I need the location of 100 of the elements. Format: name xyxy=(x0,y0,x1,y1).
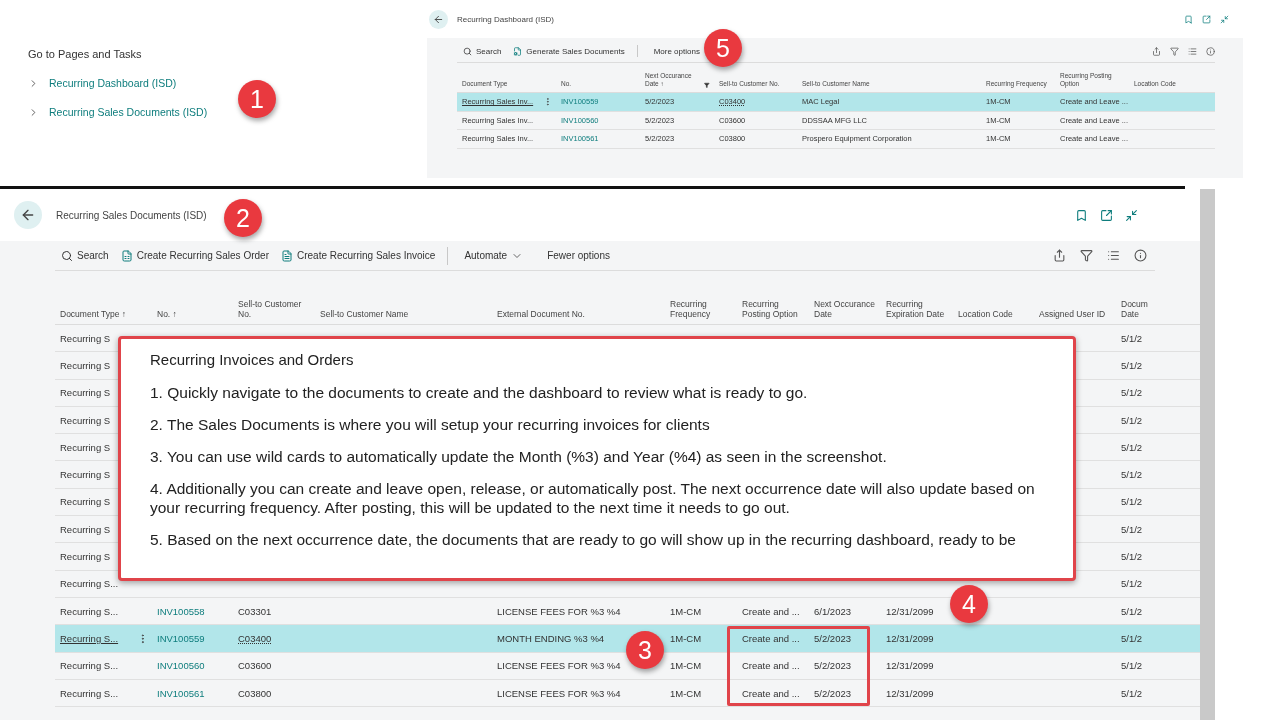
table-cell: Recurring S... xyxy=(60,578,119,590)
table-cell: 5/1/2 xyxy=(1121,578,1143,590)
share-icon[interactable] xyxy=(1152,46,1161,56)
column-header[interactable]: No. ↑ xyxy=(152,309,233,324)
document-icon xyxy=(120,249,133,262)
table-cell: LICENSE FEES FOR %3 %4 xyxy=(497,687,621,699)
column-header[interactable]: Sell-to Customer No. xyxy=(233,298,315,324)
table-cell: 1M-CM xyxy=(670,632,702,644)
document-link[interactable]: INV100559 xyxy=(157,632,205,644)
table-cell: 12/31/2099 xyxy=(886,605,934,617)
list-icon[interactable] xyxy=(1188,46,1197,56)
toolbar-button[interactable]: Fewer options xyxy=(547,250,610,261)
column-header[interactable]: External Document No. xyxy=(492,309,665,324)
toolbar-button[interactable]: Search xyxy=(463,46,502,56)
table-cell: Recurring S... xyxy=(60,605,119,617)
table-cell: 1M-CM xyxy=(670,660,702,672)
callout-paragraph: 5. Based on the next occurrence date, the documents that are ready to go will show up in the recurring dashboard, ready to be xyxy=(150,530,1017,550)
collapse-icon[interactable] xyxy=(1220,14,1229,24)
column-header[interactable]: Docum Date xyxy=(1116,298,1154,324)
filter-icon[interactable] xyxy=(1080,249,1093,262)
column-header[interactable]: Sell-to Customer Name xyxy=(315,309,492,324)
table-cell: C03600 xyxy=(238,660,272,672)
page-link[interactable]: Recurring Sales Documents (ISD) xyxy=(28,106,208,118)
table-cell: 5/1/2 xyxy=(1121,387,1143,399)
menu-button[interactable]: Automate xyxy=(464,249,524,262)
toolbar-button[interactable]: Generate Sales Documents xyxy=(513,46,625,56)
document-icon xyxy=(513,46,523,56)
table-row[interactable]: Recurring S... INV100561 C03800 LICENSE FEES FOR %3 %4 1M-CM Create and ... 5/2/2023 12/31/2099 5/1/2 xyxy=(55,679,1200,708)
table-cell: Recurring S xyxy=(60,523,111,535)
toolbar-button[interactable]: Search xyxy=(61,249,109,262)
back-button[interactable] xyxy=(429,9,448,29)
open-window-icon[interactable] xyxy=(1202,14,1211,24)
bookmark-icon[interactable] xyxy=(1075,208,1088,222)
column-header[interactable]: Recurring Expiration Date xyxy=(881,298,953,324)
table-cell: 1M-CM xyxy=(670,687,702,699)
table-cell: 5/2/2023 xyxy=(814,660,851,672)
document-icon xyxy=(280,249,293,262)
open-window-icon[interactable] xyxy=(1100,208,1113,222)
table-cell: 5/1/2 xyxy=(1121,414,1143,426)
table-cell: 5/1/2 xyxy=(1121,469,1143,481)
share-icon[interactable] xyxy=(1053,249,1066,262)
table-cell: Recurring S... xyxy=(60,660,119,672)
page-title: Recurring Dashboard (ISD) xyxy=(457,14,554,24)
scrollbar[interactable] xyxy=(1200,189,1215,720)
column-header[interactable]: Assigned User ID xyxy=(1034,309,1116,324)
info-icon[interactable] xyxy=(1206,46,1215,56)
search-icon xyxy=(463,46,472,56)
callout-paragraph: 1. Quickly navigate to the documents to create and the dashboard to review what is ready to go. xyxy=(150,384,809,403)
table-cell: Recurring S xyxy=(60,332,111,344)
step-badge: 1 xyxy=(238,80,276,118)
table-cell: 5/2/2023 xyxy=(814,687,851,699)
table-cell: 5/2/2023 xyxy=(814,632,851,644)
table-cell: Recurring S xyxy=(60,387,111,399)
table-cell: 5/1/2 xyxy=(1121,496,1143,508)
table-cell: Recurring S xyxy=(60,496,111,508)
filter-icon[interactable] xyxy=(1170,46,1179,56)
table-cell: 5/1/2 xyxy=(1121,523,1143,535)
list-icon[interactable] xyxy=(1107,249,1120,262)
table-cell: MONTH ENDING %3 %4 xyxy=(497,632,605,644)
column-header[interactable]: Document Type ↑ xyxy=(55,309,152,324)
callout-paragraph: 3. You can use wild cards to automatically update the Month (%3) and Year (%4) as seen in the screenshot. xyxy=(150,447,888,467)
bookmark-icon[interactable] xyxy=(1184,14,1193,24)
document-link[interactable]: INV100558 xyxy=(157,605,205,617)
table-cell: Recurring S xyxy=(60,414,111,426)
toolbar-button[interactable]: Create Recurring Sales Order xyxy=(120,249,269,262)
column-header[interactable]: Next Occurance Date xyxy=(809,298,881,324)
callout-title: Recurring Invoices and Orders xyxy=(150,351,355,368)
table-cell: 12/31/2099 xyxy=(886,632,934,644)
page-link[interactable]: Recurring Dashboard (ISD) xyxy=(28,77,177,89)
table-cell: 5/1/2 xyxy=(1121,359,1143,371)
table-cell: 5/1/2 xyxy=(1121,632,1143,644)
table-cell: C03301 xyxy=(238,605,272,617)
column-header[interactable]: Recurring Posting Option xyxy=(737,298,809,324)
table-cell: 6/1/2023 xyxy=(814,605,851,617)
table-cell: Recurring S xyxy=(60,551,111,562)
table-cell: Recurring S xyxy=(60,469,111,481)
table-cell: C03800 xyxy=(238,687,272,699)
back-button[interactable] xyxy=(14,201,42,229)
toolbar-button[interactable]: More options xyxy=(653,46,700,56)
collapse-icon[interactable] xyxy=(1125,208,1138,222)
table-cell: 12/31/2099 xyxy=(886,660,934,672)
table-cell: 5/1/2 xyxy=(1121,551,1143,562)
search-icon xyxy=(61,249,73,262)
column-header[interactable]: Location Code xyxy=(953,309,1034,324)
table-cell: LICENSE FEES FOR %3 %4 xyxy=(497,605,621,617)
column-header[interactable]: Recurring Frequency xyxy=(665,298,737,324)
table-cell: Recurring S xyxy=(60,441,111,453)
table-cell: 5/1/2 xyxy=(1121,332,1143,344)
arrow-left-icon xyxy=(20,207,36,223)
table-cell: 5/1/2 xyxy=(1121,605,1143,617)
info-icon[interactable] xyxy=(1134,249,1147,262)
page-title: Recurring Sales Documents (ISD) xyxy=(56,209,207,221)
document-link[interactable]: INV100561 xyxy=(157,687,205,699)
toolbar-button[interactable]: Create Recurring Sales Invoice xyxy=(280,249,436,262)
callout-paragraph: 4. Additionally you can create and leave open, release, or automatically post. The next occurrence date will also update based on your recurring frequency. After posting, this will be updated to the next time it needs to go out. xyxy=(150,479,1036,518)
callout-paragraph: 2. The Sales Documents is where you will setup your recurring invoices for clients xyxy=(150,415,711,435)
table-cell: C03400 xyxy=(238,632,272,644)
table-cell: Create and ... xyxy=(742,660,800,672)
table-cell: Create and ... xyxy=(742,687,800,699)
document-link[interactable]: INV100560 xyxy=(157,660,205,672)
